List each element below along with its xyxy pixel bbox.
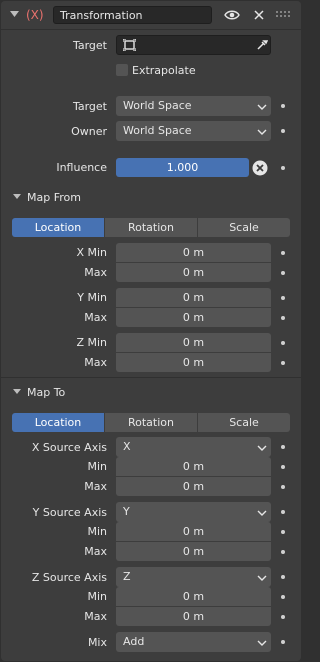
x-source-axis-label: X Source Axis [31,441,107,454]
x-source-axis-value: X [123,440,131,453]
keyframe-dot[interactable] [281,445,285,449]
z-max-field[interactable]: 0 m [116,353,271,372]
chevron-down-icon [257,129,267,135]
keyframe-dot[interactable] [281,640,285,644]
target-space-dropdown[interactable]: World Space [116,96,271,116]
constraint-panel: (X) Transformation Target Extrapolate Ta… [1,1,301,661]
target-space-label: Target [72,100,107,113]
map-from-tabs: Location Rotation Scale [12,218,290,237]
disable-keep-transform-icon[interactable] [251,159,269,177]
chevron-down-icon [257,575,267,581]
map-to-tab-location[interactable]: Location [12,413,105,432]
keyframe-dot[interactable] [281,615,285,619]
x-min-field[interactable]: 0 m [116,243,271,262]
constraint-header: (X) Transformation [1,1,301,29]
map-to-expand-icon[interactable] [13,389,21,394]
z-to-min-field[interactable]: 0 m [116,587,271,606]
keyframe-dot[interactable] [281,271,285,275]
x-min-label: X Min [76,246,107,259]
y-to-max-label: Max [84,545,107,558]
map-to-tab-scale[interactable]: Scale [198,413,290,432]
x-to-max-label: Max [84,480,107,493]
mix-label: Mix [87,636,107,649]
constraint-name-field[interactable]: Transformation [53,6,212,24]
target-space-value: World Space [123,99,192,112]
influence-value: 1.000 [166,161,199,174]
z-max-label: Max [84,356,107,369]
z-to-max-field[interactable]: 0 m [116,607,271,626]
z-to-min-label: Min [87,590,107,603]
collapse-arrow-icon[interactable] [10,11,19,18]
influence-slider[interactable]: 1.000 [116,158,249,177]
keyframe-dot[interactable] [281,510,285,514]
owner-space-value: World Space [123,124,192,137]
map-from-tab-scale[interactable]: Scale [198,218,290,237]
keyframe-dot[interactable] [281,316,285,320]
y-source-axis-label: Y Source Axis [32,506,107,519]
keyframe-dot[interactable] [281,465,285,469]
x-max-field[interactable]: 0 m [116,263,271,282]
map-to-tabs: Location Rotation Scale [12,413,290,432]
keyframe-dot[interactable] [281,104,285,108]
target-object-field[interactable] [116,35,271,55]
chevron-down-icon [257,104,267,110]
target-label: Target [72,39,107,52]
y-source-axis-dropdown[interactable]: Y [116,502,271,522]
x-source-axis-dropdown[interactable]: X [116,437,271,457]
z-source-axis-value: Z [123,570,131,583]
map-from-expand-icon[interactable] [13,194,21,199]
eyedropper-icon[interactable] [256,39,268,51]
map-from-header[interactable]: Map From [27,191,81,204]
chevron-down-icon [257,640,267,646]
mix-mode-dropdown[interactable]: Add [116,632,271,652]
influence-label: Influence [56,161,107,174]
chevron-down-icon [257,445,267,451]
y-source-axis-value: Y [123,505,130,518]
z-min-field[interactable]: 0 m [116,333,271,352]
x-to-min-field[interactable]: 0 m [116,457,271,476]
y-max-field[interactable]: 0 m [116,308,271,327]
object-icon [123,39,136,51]
z-min-label: Z Min [76,336,107,349]
constraint-type-icon: (X) [26,8,44,22]
close-icon[interactable] [254,10,264,20]
keyframe-dot[interactable] [281,166,285,170]
y-to-max-field[interactable]: 0 m [116,542,271,561]
keyframe-dot[interactable] [281,296,285,300]
map-to-tab-rotation[interactable]: Rotation [105,413,198,432]
map-from-tab-location[interactable]: Location [12,218,105,237]
map-to-header[interactable]: Map To [27,386,65,399]
keyframe-dot[interactable] [281,361,285,365]
y-to-min-label: Min [87,525,107,538]
keyframe-dot[interactable] [281,251,285,255]
z-source-axis-label: Z Source Axis [31,571,107,584]
map-from-tab-rotation[interactable]: Rotation [105,218,198,237]
keyframe-dot[interactable] [281,595,285,599]
owner-space-dropdown[interactable]: World Space [116,121,271,141]
y-to-min-field[interactable]: 0 m [116,522,271,541]
drag-handle-icon[interactable] [274,9,290,23]
x-max-label: Max [84,266,107,279]
x-to-min-label: Min [87,460,107,473]
owner-space-label: Owner [71,125,107,138]
x-to-max-field[interactable]: 0 m [116,477,271,496]
chevron-down-icon [257,510,267,516]
keyframe-dot[interactable] [281,129,285,133]
mix-mode-value: Add [123,635,145,648]
y-min-field[interactable]: 0 m [116,288,271,307]
keyframe-dot[interactable] [281,485,285,489]
keyframe-dot[interactable] [281,575,285,579]
y-min-label: Y Min [77,291,107,304]
keyframe-dot[interactable] [281,341,285,345]
extrapolate-label: Extrapolate [132,64,196,77]
y-max-label: Max [84,311,107,324]
z-to-max-label: Max [84,610,107,623]
keyframe-dot[interactable] [281,550,285,554]
z-source-axis-dropdown[interactable]: Z [116,567,271,587]
eye-icon[interactable] [224,9,240,21]
extrapolate-checkbox[interactable] [116,64,128,76]
keyframe-dot[interactable] [281,530,285,534]
